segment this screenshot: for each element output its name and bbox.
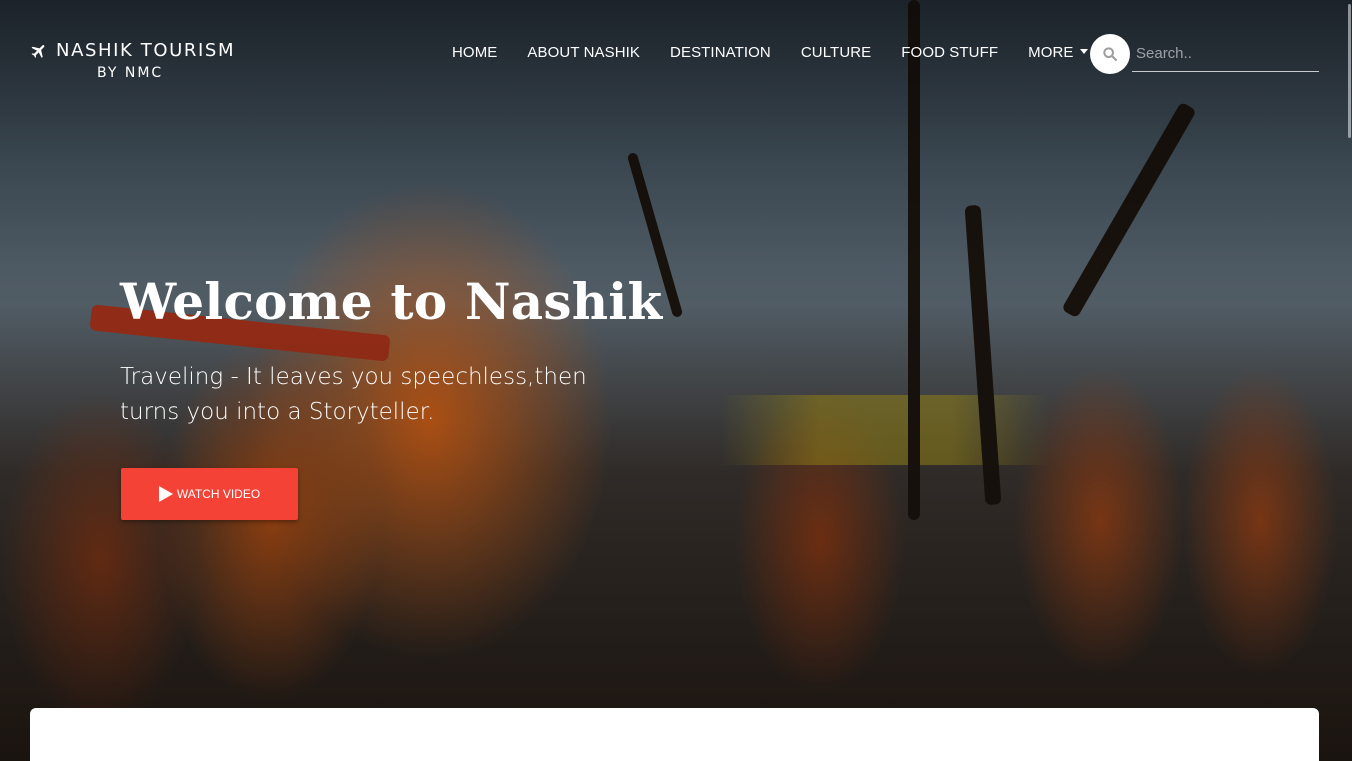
search-input[interactable] [1132,36,1319,72]
nav-item-label: HOME [452,44,498,61]
page-scrollbar[interactable] [1346,0,1352,761]
play-icon [158,486,173,502]
hero-subtitle: Traveling - It leaves you speechless,the… [120,364,587,425]
brand-title: NASHIK TOURISM [56,40,236,61]
nav-item-destination[interactable]: DESTINATION [670,44,771,61]
chevron-down-icon [1079,48,1088,54]
hero-title: Welcome to Nashik [120,272,663,331]
plane-icon [31,44,45,58]
scrollbar-thumb[interactable] [1348,4,1351,138]
brand-logo[interactable]: NASHIK TOURISM BY NMC [30,40,260,81]
main-nav: HOME ABOUT NASHIK DESTINATION CULTURE FO… [452,44,1088,61]
nav-item-home[interactable]: HOME [452,44,497,61]
search-icon [1103,47,1118,62]
nav-item-label: CULTURE [800,44,872,61]
watch-video-label: WATCH VIDEO [176,487,261,501]
nav-item-label: DESTINATION [670,44,771,61]
watch-video-button[interactable]: WATCH VIDEO [121,468,298,520]
nav-item-more-dropdown[interactable]: MORE [1028,44,1088,61]
search-bar [1090,34,1319,74]
nav-item-about-nashik[interactable]: ABOUT NASHIK [527,44,640,61]
nav-item-culture[interactable]: CULTURE [801,44,871,61]
nav-item-food-stuff[interactable]: FOOD STUFF [901,44,998,61]
content-card [30,708,1319,761]
nav-item-label: MORE [1028,44,1074,61]
search-button[interactable] [1090,34,1130,74]
nav-item-label: FOOD STUFF [901,44,999,61]
brand-subtitle: BY NMC [97,65,164,81]
nav-item-label: ABOUT NASHIK [527,44,641,61]
